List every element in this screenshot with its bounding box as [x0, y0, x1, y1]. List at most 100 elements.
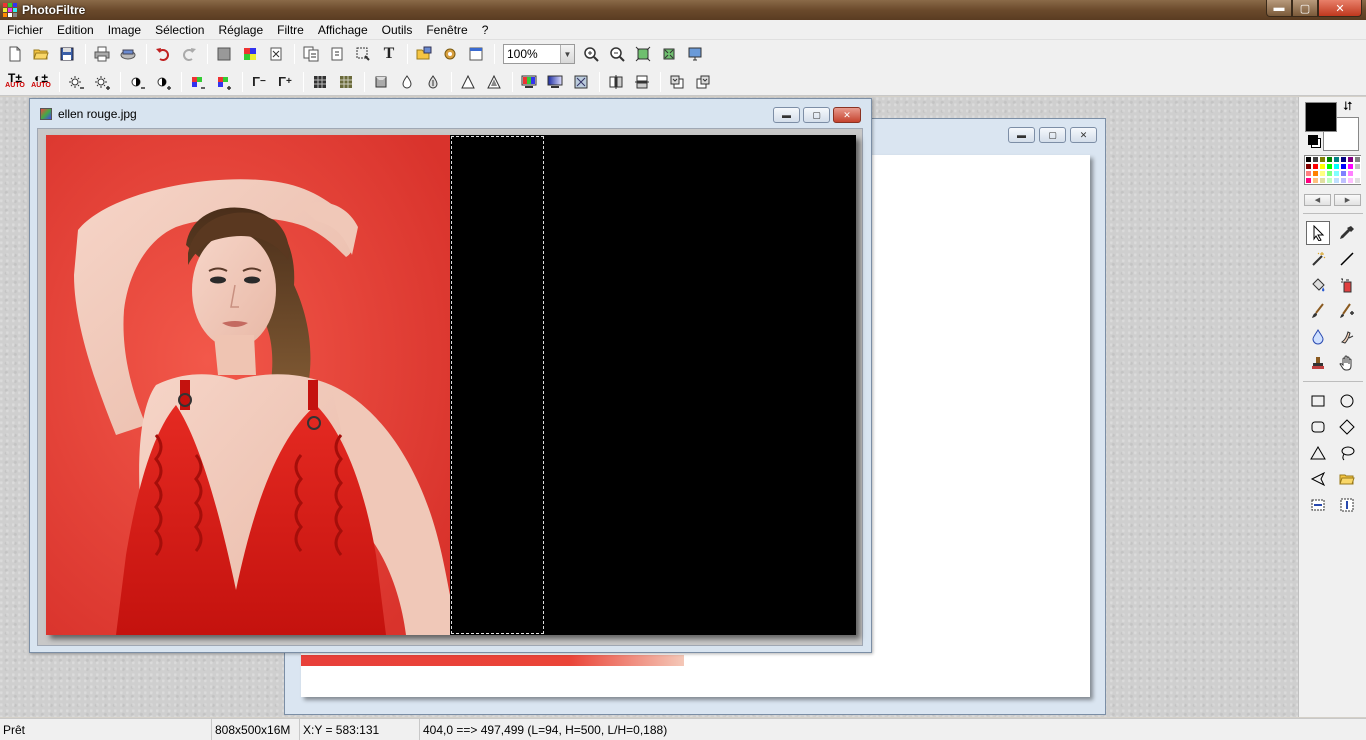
- menu-outils[interactable]: Outils: [375, 20, 420, 40]
- open-shape-folder-icon[interactable]: [1335, 467, 1359, 491]
- open-folder-icon[interactable]: [29, 42, 53, 66]
- palette-swatch[interactable]: [1333, 177, 1340, 184]
- reset-colors-icon[interactable]: [1308, 135, 1318, 145]
- lasso-icon[interactable]: [1335, 441, 1359, 465]
- palette-swatch[interactable]: [1305, 177, 1312, 184]
- copy-image-icon[interactable]: [299, 42, 323, 66]
- palette-swatch[interactable]: [1319, 156, 1326, 163]
- foreground-color-swatch[interactable]: [1305, 102, 1337, 132]
- palette-prev-button[interactable]: ◀: [1304, 194, 1331, 206]
- transform-icon[interactable]: [569, 70, 593, 94]
- paste-image-icon[interactable]: [325, 42, 349, 66]
- plugin-gear-icon[interactable]: [438, 42, 462, 66]
- rounded-rectangle-icon[interactable]: [1306, 415, 1330, 439]
- blur-drop-icon[interactable]: [395, 70, 419, 94]
- palette-swatch[interactable]: [1319, 177, 1326, 184]
- palette-grid-icon[interactable]: [238, 42, 262, 66]
- doc-maximize-button[interactable]: ▢: [803, 107, 830, 123]
- transparency-icon[interactable]: [264, 42, 288, 66]
- palette-swatch[interactable]: [1333, 163, 1340, 170]
- menu-edition[interactable]: Edition: [50, 20, 101, 40]
- palette-swatch[interactable]: [1326, 156, 1333, 163]
- menu-fenetre[interactable]: Fenêtre: [419, 20, 474, 40]
- new-file-icon[interactable]: [3, 42, 27, 66]
- palette-swatch[interactable]: [1347, 177, 1354, 184]
- paint-bucket-icon[interactable]: [1306, 273, 1330, 297]
- palette-swatch[interactable]: [1305, 163, 1312, 170]
- select-horizontal-icon[interactable]: [1306, 493, 1330, 517]
- document-caption[interactable]: ellen rouge.jpg: [30, 99, 871, 129]
- spray-can-icon[interactable]: [1335, 273, 1359, 297]
- menu-fichier[interactable]: Fichier: [0, 20, 50, 40]
- print-icon[interactable]: [90, 42, 114, 66]
- doc-back-maximize-button[interactable]: ▢: [1039, 127, 1066, 143]
- palette-swatch[interactable]: [1305, 156, 1312, 163]
- zoom-select[interactable]: 100% ▼: [503, 44, 575, 64]
- flip-horizontal-icon[interactable]: [604, 70, 628, 94]
- palette-swatch[interactable]: [1354, 170, 1361, 177]
- diamond-shape-icon[interactable]: [1335, 415, 1359, 439]
- palette-swatch[interactable]: [1347, 156, 1354, 163]
- save-icon[interactable]: [55, 42, 79, 66]
- palette-swatch[interactable]: [1312, 156, 1319, 163]
- flip-vertical-icon[interactable]: [630, 70, 654, 94]
- fill-gray-icon[interactable]: [212, 42, 236, 66]
- palette-swatch[interactable]: [1333, 170, 1340, 177]
- line-tool-icon[interactable]: [1335, 247, 1359, 271]
- doc-minimize-button[interactable]: ▬: [773, 107, 800, 123]
- gamma-plus-icon[interactable]: Γ +: [273, 70, 297, 94]
- palette-swatch[interactable]: [1340, 163, 1347, 170]
- rotate-left-icon[interactable]: [665, 70, 689, 94]
- palette-swatch[interactable]: [1340, 177, 1347, 184]
- doc-back-close-button[interactable]: ✕: [1070, 127, 1097, 143]
- bevel-icon[interactable]: [369, 70, 393, 94]
- palette-swatch[interactable]: [1333, 156, 1340, 163]
- advanced-brush-icon[interactable]: [1335, 299, 1359, 323]
- palette-swatch[interactable]: [1347, 170, 1354, 177]
- pointer-tool[interactable]: [1306, 221, 1330, 245]
- doc-back-minimize-button[interactable]: ▬: [1008, 127, 1035, 143]
- stamp-clone-icon[interactable]: [1306, 351, 1330, 375]
- ellipse-shape-icon[interactable]: [1335, 389, 1359, 413]
- palette-swatch[interactable]: [1347, 163, 1354, 170]
- menu-help[interactable]: ?: [475, 20, 496, 40]
- palette-next-button[interactable]: ▶: [1334, 194, 1361, 206]
- minimize-window-button[interactable]: ▬: [1266, 0, 1292, 17]
- palette-swatch[interactable]: [1340, 156, 1347, 163]
- fit-window-icon[interactable]: [657, 42, 681, 66]
- palette-swatch[interactable]: [1326, 177, 1333, 184]
- close-window-button[interactable]: ✕: [1318, 0, 1362, 17]
- palette-swatch[interactable]: [1319, 163, 1326, 170]
- palette-swatch[interactable]: [1326, 170, 1333, 177]
- gamma-minus-icon[interactable]: Γ −: [247, 70, 271, 94]
- image-canvas[interactable]: [46, 135, 856, 635]
- gradient-icon[interactable]: [543, 70, 567, 94]
- scan-icon[interactable]: [116, 42, 140, 66]
- rectangular-selection[interactable]: [451, 136, 544, 634]
- grid-dark-icon[interactable]: [308, 70, 332, 94]
- polygon-lasso-icon[interactable]: [1306, 467, 1330, 491]
- palette-swatch[interactable]: [1319, 170, 1326, 177]
- rgb-adjust-icon[interactable]: [517, 70, 541, 94]
- menu-filtre[interactable]: Filtre: [270, 20, 311, 40]
- menu-image[interactable]: Image: [101, 20, 148, 40]
- eyedropper-icon[interactable]: [1335, 221, 1359, 245]
- smudge-finger-icon[interactable]: [1335, 325, 1359, 349]
- explorer-icon[interactable]: [412, 42, 436, 66]
- chevron-down-icon[interactable]: ▼: [560, 45, 574, 63]
- document-window-front[interactable]: ellen rouge.jpg ▬ ▢ ✕: [29, 98, 872, 653]
- menu-reglage[interactable]: Réglage: [211, 20, 270, 40]
- palette-swatch[interactable]: [1354, 156, 1361, 163]
- palette-swatch[interactable]: [1354, 177, 1361, 184]
- hand-icon[interactable]: [1335, 351, 1359, 375]
- redo-icon[interactable]: [177, 42, 201, 66]
- sharpen-drop-icon[interactable]: [421, 70, 445, 94]
- auto-levels-icon[interactable]: T± AUTO: [3, 70, 27, 94]
- select-vertical-icon[interactable]: [1335, 493, 1359, 517]
- doc-close-button[interactable]: ✕: [833, 107, 861, 123]
- brush-icon[interactable]: [1306, 299, 1330, 323]
- rotate-right-icon[interactable]: [691, 70, 715, 94]
- palette-swatch[interactable]: [1340, 170, 1347, 177]
- palette-swatch[interactable]: [1312, 177, 1319, 184]
- menu-affichage[interactable]: Affichage: [311, 20, 375, 40]
